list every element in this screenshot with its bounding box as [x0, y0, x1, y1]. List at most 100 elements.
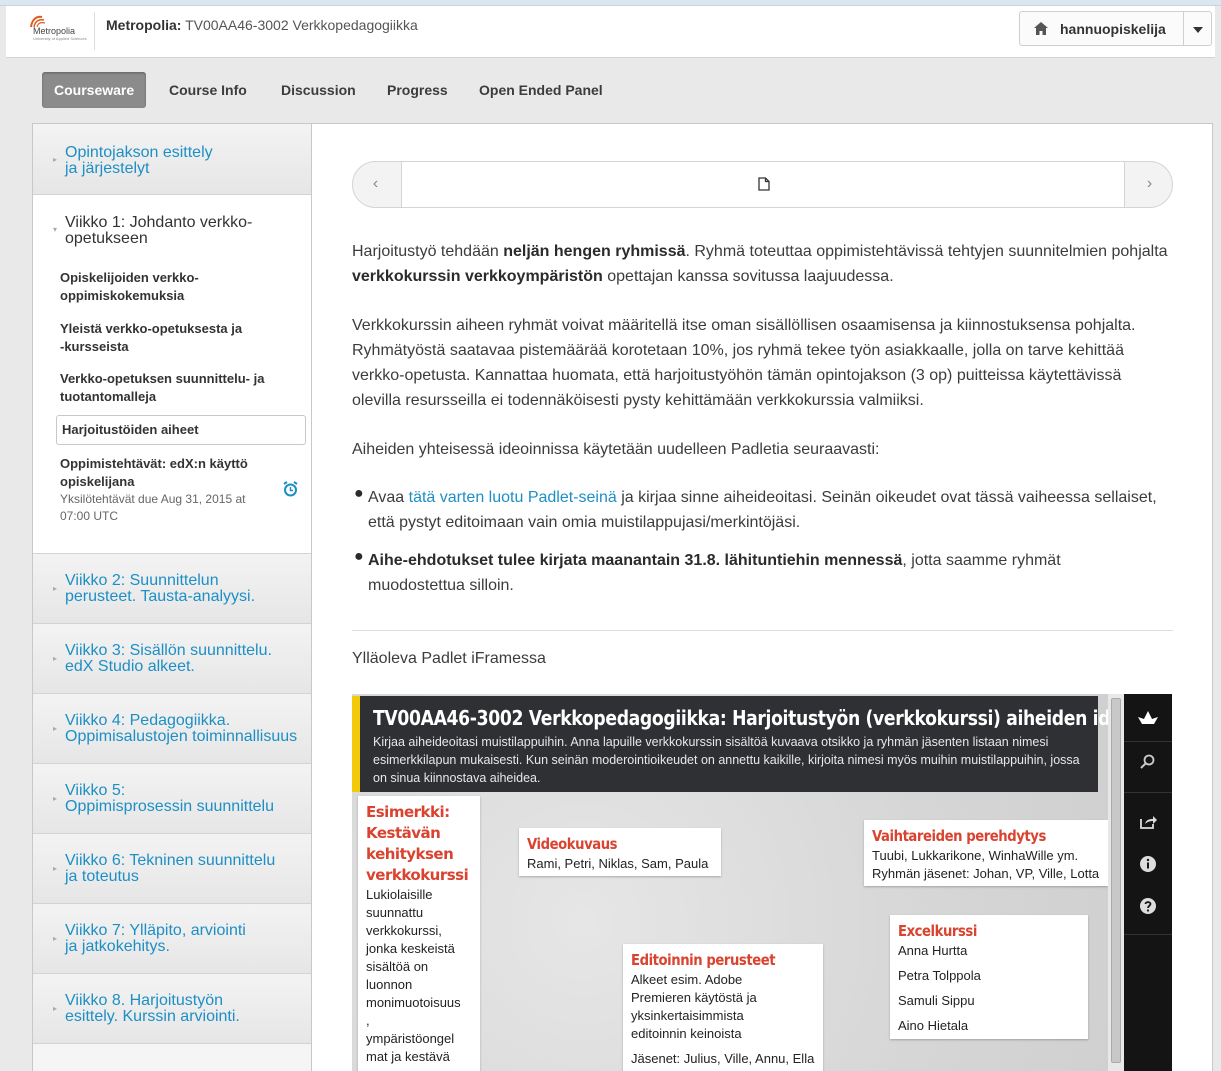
note-body: Tuubi, Lukkarikone, WinhaWille ym. Ryhmän…: [872, 848, 1100, 881]
metropolia-logo[interactable]: Metropolia University of Applied Science…: [28, 13, 88, 43]
padlet-scrollbar[interactable]: [1108, 694, 1124, 1071]
padlet-note-videokuvaus[interactable]: Videokuvaus Rami, Petri, Niklas, Sam, Pa…: [519, 828, 721, 876]
chapter-title: Opintojakson esittely ja järjestelyt: [65, 144, 213, 177]
next-unit-button[interactable]: ›: [1127, 162, 1172, 207]
note-body: Rami, Petri, Niklas, Sam, Paula: [527, 856, 709, 871]
chapter-title: Viikko 1: Johdanto verkko-opetukseen: [65, 214, 253, 247]
chapter-week-2[interactable]: ▸ Viikko 2: Suunnittelun perusteet. Taust…: [33, 554, 311, 624]
logo-text: Metropolia: [33, 26, 76, 36]
chapter-intro[interactable]: ▸ Opintojakson esittely ja järjestelyt: [33, 124, 311, 195]
padlet-note-vaihtareiden-perehdytys[interactable]: Vaihtareiden perehdytys Tuubi, Lukkariko…: [864, 820, 1108, 886]
chapter-week-4[interactable]: ▸ Viikko 4: Pedagogiikka. Oppimisalustoje…: [33, 694, 311, 764]
chevron-right-icon: ▸: [53, 794, 58, 803]
info-icon[interactable]: [1138, 854, 1158, 874]
section-harjoitustoiden-aiheet[interactable]: Harjoitustöiden aiheet: [56, 415, 306, 445]
share-icon[interactable]: [1138, 812, 1158, 832]
caret-down-icon: [1193, 27, 1203, 33]
paragraph-intro: Harjoitustyö tehdään neljän hengen ryhmi…: [352, 243, 1168, 285]
chapter-title: Viikko 2: Suunnittelun perusteet. Tausta-…: [65, 572, 256, 605]
sequence-navigation: ‹ ›: [352, 161, 1173, 208]
logo-subtext: University of Applied Sciences: [33, 36, 87, 41]
note-body: Lukiolaisille suunnattu verkkokurssi, jonka…: [366, 887, 461, 1064]
bullet-icon: ●: [354, 548, 364, 565]
iframe-caption: Ylläoleva Padlet iFramessa: [352, 650, 546, 667]
bullet-icon: ●: [354, 485, 364, 502]
scrollbar-thumb[interactable]: [1111, 698, 1121, 1063]
padlet-logo-icon[interactable]: [1136, 708, 1160, 726]
chapter-week-5[interactable]: ▸ Viikko 5: Oppimisprosessin suunnittelu: [33, 764, 311, 834]
padlet-iframe[interactable]: TV00AA46-3002 Verkkopedagogiikka: Harjoi…: [352, 694, 1172, 1071]
toolbar-separator: [1124, 934, 1172, 935]
search-icon[interactable]: [1138, 752, 1158, 772]
padlet-link[interactable]: tätä varten luotu Padlet-seinä: [409, 489, 617, 506]
tab-courseware[interactable]: Courseware: [42, 72, 147, 108]
help-icon[interactable]: [1138, 896, 1158, 916]
tab-progress[interactable]: Progress: [387, 72, 448, 108]
padlet-note-example[interactable]: Esimerkki: Kestävän kehityksen verkkokurssi…: [358, 796, 480, 1071]
toolbar-separator: [1124, 792, 1172, 793]
chevron-right-icon: ▸: [53, 864, 58, 873]
previous-unit-button[interactable]: ‹: [353, 162, 398, 207]
chevron-right-icon: ▸: [53, 654, 58, 663]
home-icon: [1034, 22, 1048, 35]
chapter-title: Viikko 5: Oppimisprosessin suunnittelu: [65, 782, 274, 815]
due-date: Yksilötehtävät due Aug 31, 2015 at 07:00 …: [60, 492, 246, 523]
chapter-title: Viikko 3: Sisällön suunnittelu. edX Studi…: [65, 642, 272, 675]
note-body: Alkeet esim. Adobe Premieren käytöstä ja y…: [631, 972, 815, 1066]
padlet-note-excelkurssi[interactable]: Excelkurssi Anna Hurtta Petra Tolppola Sam…: [890, 915, 1088, 1039]
chapter-week-1[interactable]: ▾ Viikko 1: Johdanto verkko-opetukseen O…: [33, 195, 311, 554]
chevron-right-icon: ›: [1146, 175, 1153, 192]
chapter-week-6[interactable]: ▸ Viikko 6: Tekninen suunnittelu ja toteu…: [33, 834, 311, 904]
chapter-title: Viikko 4: Pedagogiikka. Oppimisalustojen …: [65, 712, 298, 745]
alarm-clock-icon: [283, 481, 298, 497]
tab-discussion[interactable]: Discussion: [281, 72, 356, 108]
chapter-title: Viikko 7: Ylläpito, arviointi ja jatkokeh…: [65, 922, 246, 955]
chevron-right-icon: ▸: [53, 724, 58, 733]
paragraph-topics: Verkkokurssin aiheen ryhmät voivat määri…: [352, 317, 1136, 409]
course-name: TV00AA46-3002 Verkkopedagogiikka: [185, 17, 418, 33]
header-divider: [94, 12, 95, 50]
course-content: ‹ › Harjoitustyö tehdään neljän hengen r…: [312, 124, 1212, 1071]
chevron-right-icon: ▸: [53, 155, 58, 164]
unit-tab-html[interactable]: [401, 162, 1125, 207]
paragraph-padlet-intro: Aiheiden yhteisessä ideoinnissa käytetää…: [352, 441, 880, 458]
chevron-right-icon: ▸: [53, 934, 58, 943]
chevron-right-icon: ▸: [53, 1004, 58, 1013]
document-icon: [758, 177, 770, 191]
note-title: Editoinnin perusteet: [631, 951, 776, 969]
chapter-week-8[interactable]: ▸ Viikko 8. Harjoitustyön esittely. Kurss…: [33, 974, 311, 1044]
course-title: Metropolia: TV00AA46-3002 Verkkopedagogi…: [106, 17, 418, 33]
note-title: Vaihtareiden perehdytys: [872, 827, 1046, 845]
padlet-toolbar: [1124, 694, 1172, 1071]
chevron-right-icon: ▸: [53, 584, 58, 593]
padlet-title: TV00AA46-3002 Verkkopedagogiikka: Harjoi…: [373, 706, 1172, 730]
note-title: Videokuvaus: [527, 835, 618, 853]
chevron-down-icon: ▾: [53, 225, 58, 234]
site-header: Metropolia University of Applied Science…: [6, 6, 1215, 58]
chevron-left-icon: ‹: [372, 175, 379, 192]
chapter-title: Viikko 6: Tekninen suunnittelu ja toteutu…: [65, 852, 276, 885]
note-title: Esimerkki: Kestävän kehityksen verkkokurssi: [366, 803, 469, 884]
note-body: Anna Hurtta Petra Tolppola Samuli Sippu Ain…: [898, 943, 981, 1033]
tab-course-info[interactable]: Course Info: [169, 72, 247, 108]
divider: [352, 630, 1173, 631]
tab-open-ended-panel[interactable]: Open Ended Panel: [479, 72, 603, 108]
padlet-description: Kirjaa aiheideoitasi muistilappuihin. An…: [373, 735, 1080, 785]
section-yleista-verkko-opetuksesta[interactable]: Yleistä verkko-opetuksesta ja -kursseista: [60, 320, 300, 356]
note-title: Excelkurssi: [898, 922, 977, 940]
section-oppimistehtavat[interactable]: Oppimistehtävät: edX:n käyttö opiskelijan…: [60, 455, 300, 525]
section-opiskelijoiden-kokemuksia[interactable]: Opiskelijoiden verkko-oppimiskokemuksia: [60, 269, 300, 305]
user-dashboard-button[interactable]: hannuopiskelija: [1019, 11, 1184, 46]
course-navigation: ▸ Opintojakson esittely ja järjestelyt ▾ …: [33, 124, 312, 1071]
course-container: ▸ Opintojakson esittely ja järjestelyt ▾ …: [32, 123, 1213, 1071]
user-menu-dropdown[interactable]: [1183, 11, 1212, 46]
chapter-week-7[interactable]: ▸ Viikko 7: Ylläpito, arviointi ja jatkok…: [33, 904, 311, 974]
padlet-note-editoinnin-perusteet[interactable]: Editoinnin perusteet Alkeet esim. Adobe P…: [623, 944, 823, 1071]
username: hannuopiskelija: [1060, 21, 1166, 37]
section-suunnittelumallit[interactable]: Verkko-opetuksen suunnittelu- ja tuotanto…: [60, 370, 300, 406]
course-org: Metropolia:: [106, 17, 182, 33]
bullet-open-padlet: Avaa tätä varten luotu Padlet-seinä ja k…: [368, 489, 1157, 531]
bullet-deadline: Aihe-ehdotukset tulee kirjata maanantain…: [368, 552, 1061, 594]
chapter-week-3[interactable]: ▸ Viikko 3: Sisällön suunnittelu. edX Stu…: [33, 624, 311, 694]
padlet-header: TV00AA46-3002 Verkkopedagogiikka: Harjoi…: [352, 696, 1172, 792]
